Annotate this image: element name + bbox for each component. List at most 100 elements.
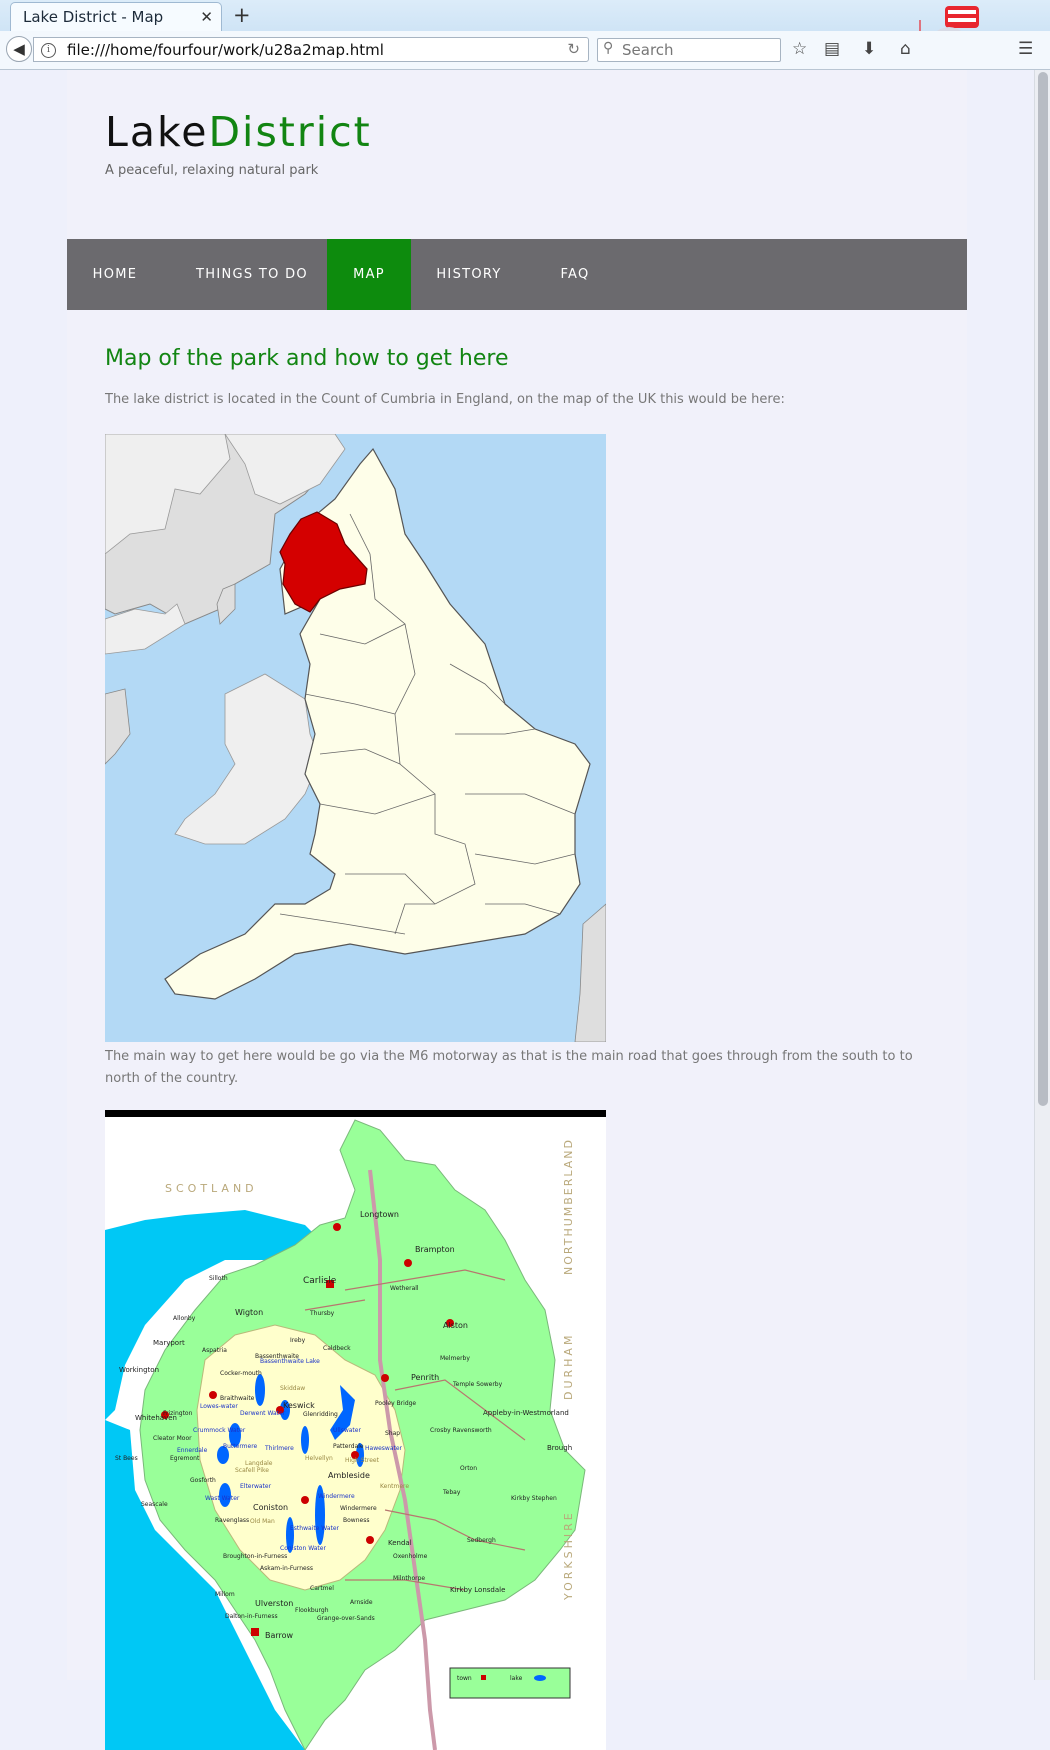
lake-district-regional-map: SCOTLAND NORTHUMBERLAND DURHAM YORKSHIRE… <box>105 1110 606 1750</box>
menu-icon[interactable]: ☰ <box>1018 39 1033 59</box>
map-town-ireby: Ireby <box>290 1337 306 1344</box>
menu-item-history[interactable]: HISTORY <box>411 239 527 310</box>
map-town-st-bees: St Bees <box>115 1455 138 1462</box>
map-peak-high-street: High Street <box>345 1457 380 1464</box>
map-town-milnthorpe: Milnthorpe <box>393 1575 425 1582</box>
map-town-crosby-ravensworth: Crosby Ravensworth <box>430 1427 492 1434</box>
new-tab-icon[interactable]: + <box>233 3 251 27</box>
bookmark-star-icon[interactable]: ☆ <box>792 39 807 59</box>
menu-item-home[interactable]: HOME <box>67 239 163 310</box>
tab-strip: Lake District - Map ✕ + <box>0 0 1050 32</box>
map-town-arnside: Arnside <box>350 1599 373 1606</box>
map-town-askam: Askam-in-Furness <box>260 1565 313 1572</box>
map-town-silloth: Silloth <box>209 1275 228 1282</box>
map-town-gosforth: Gosforth <box>190 1477 216 1484</box>
map-label-northumberland: NORTHUMBERLAND <box>562 1138 575 1275</box>
url-bar[interactable]: i file:///home/fourfour/work/u28a2map.ht… <box>33 37 589 62</box>
map-town-ambleside: Ambleside <box>328 1471 370 1480</box>
map-lake-buttermere: Buttermere <box>223 1443 258 1450</box>
tab-title: Lake District - Map <box>23 8 164 26</box>
map-lake-wast-water: Wast Water <box>205 1495 240 1502</box>
menu-item-things-to-do[interactable]: THINGS TO DO <box>163 239 341 310</box>
menu-item-faq[interactable]: FAQ <box>527 239 623 310</box>
map-town-cartmel: Cartmel <box>310 1585 334 1592</box>
map-lake-haweswater: Haweswater <box>365 1445 403 1452</box>
map-town-broughton: Broughton-in-Furness <box>223 1553 287 1560</box>
scrollbar-thumb[interactable] <box>1038 72 1048 1106</box>
info-icon[interactable]: i <box>41 43 56 58</box>
map-lake-thirlmere: Thirlmere <box>264 1445 294 1452</box>
search-input[interactable]: ⚲ Search <box>597 38 781 62</box>
map-town-seascale: Seascale <box>141 1501 168 1508</box>
site-tagline: A peaceful, relaxing natural park <box>105 163 319 178</box>
map-lake-bassenthwaite: Bassenthwaite Lake <box>260 1358 320 1365</box>
map-town-bowness: Bowness <box>343 1517 369 1524</box>
close-icon[interactable]: ✕ <box>200 8 213 26</box>
map-town-pooley-bridge: Pooley Bridge <box>375 1400 416 1407</box>
map-town-windermere: Windermere <box>340 1505 377 1512</box>
site-title-lake: Lake <box>105 108 209 156</box>
page-container: LakeDistrict A peaceful, relaxing natura… <box>67 70 967 1750</box>
map-town-thursby: Thursby <box>309 1310 335 1317</box>
map-town-caldbeck: Caldbeck <box>323 1345 351 1352</box>
page-scrollbar[interactable] <box>1034 70 1050 1680</box>
map-lake-loweswater: Lowes-water <box>200 1403 238 1410</box>
back-icon[interactable]: ◀ <box>6 36 32 62</box>
page-heading: Map of the park and how to get here <box>105 346 509 371</box>
map-label-yorkshire: YORKSHIRE <box>562 1510 575 1601</box>
map-lake-crummock-water: Crummock Water <box>193 1427 246 1434</box>
map-label-durham: DURHAM <box>562 1333 575 1400</box>
menu-item-map[interactable]: MAP <box>327 239 411 310</box>
site-title[interactable]: LakeDistrict <box>105 108 372 156</box>
map-town-patterdale: Patterdale <box>333 1443 364 1450</box>
map-town-alston: Alston <box>443 1321 468 1330</box>
map-town-millom: Millom <box>215 1591 235 1598</box>
map-town-sedbergh: Sedbergh <box>467 1537 496 1544</box>
map-town-temple-sowerby: Temple Sowerby <box>452 1381 503 1388</box>
map-lake-windermere: Windermere <box>318 1493 355 1500</box>
map-town-dalton: Dalton-in-Furness <box>225 1613 278 1620</box>
map-label-scotland: SCOTLAND <box>165 1182 258 1195</box>
map-town-workington: Workington <box>119 1366 159 1374</box>
map-town-kirkby-lonsdale: Kirkby Lonsdale <box>450 1586 505 1594</box>
map-peak-skiddaw: Skiddaw <box>280 1385 305 1392</box>
map-town-maryport: Maryport <box>153 1339 185 1347</box>
map-town-ulverston: Ulverston <box>255 1599 293 1608</box>
url-text: file:///home/fourfour/work/u28a2map.html <box>67 41 384 59</box>
home-icon[interactable]: ⌂ <box>900 39 911 59</box>
search-placeholder: Search <box>622 41 674 59</box>
map-town-kendal: Kendal <box>388 1539 412 1547</box>
map-town-flookburgh: Flookburgh <box>295 1607 329 1614</box>
map-lake-ullswater: Ullswater <box>333 1427 361 1434</box>
downloads-icon[interactable]: ⬇ <box>862 39 876 59</box>
england-cumbria-map <box>105 434 606 1042</box>
map-peak-old-man: Old Man <box>250 1518 275 1525</box>
map-legend-town: town <box>457 1675 472 1682</box>
map-town-shap: Shap <box>385 1430 400 1437</box>
map-town-glenridding: Glenridding <box>303 1411 338 1418</box>
main-menu: HOME THINGS TO DO MAP HISTORY FAQ <box>67 239 967 310</box>
browser-tab[interactable]: Lake District - Map ✕ <box>10 2 222 31</box>
reading-list-icon[interactable]: ▤ <box>824 39 840 59</box>
map-lake-elterwater: Elterwater <box>240 1483 272 1490</box>
site-title-district: District <box>208 108 372 156</box>
map-peak-scafell-pike: Scafell Pike <box>235 1467 269 1474</box>
map-town-kirkby-stephen: Kirkby Stephen <box>511 1495 557 1502</box>
map-town-tebay: Tebay <box>442 1489 461 1496</box>
map-town-brampton: Brampton <box>415 1245 455 1254</box>
map-lake-esthwaite-water: Esthwaite Water <box>290 1525 340 1532</box>
intro-paragraph: The lake district is located in the Coun… <box>105 392 785 407</box>
map-town-egremont: Egremont <box>170 1455 200 1462</box>
route-paragraph: The main way to get here would be go via… <box>105 1049 913 1086</box>
map-peak-langdale: Langdale <box>245 1460 273 1467</box>
map-peak-helvellyn: Helvellyn <box>305 1455 333 1462</box>
navigation-toolbar: ◀ i file:///home/fourfour/work/u28a2map.… <box>0 31 1050 70</box>
map-town-oxenholme: Oxenholme <box>393 1553 428 1560</box>
map-town-keswick: Keswick <box>283 1401 315 1410</box>
map-town-grange: Grange-over-Sands <box>317 1615 375 1622</box>
reload-icon[interactable]: ↻ <box>567 40 580 58</box>
map-legend-lake: lake <box>510 1675 523 1682</box>
map-town-braithwaite: Braithwaite <box>220 1395 255 1402</box>
map-town-barrow: Barrow <box>265 1631 294 1640</box>
map-town-longtown: Longtown <box>360 1210 399 1219</box>
